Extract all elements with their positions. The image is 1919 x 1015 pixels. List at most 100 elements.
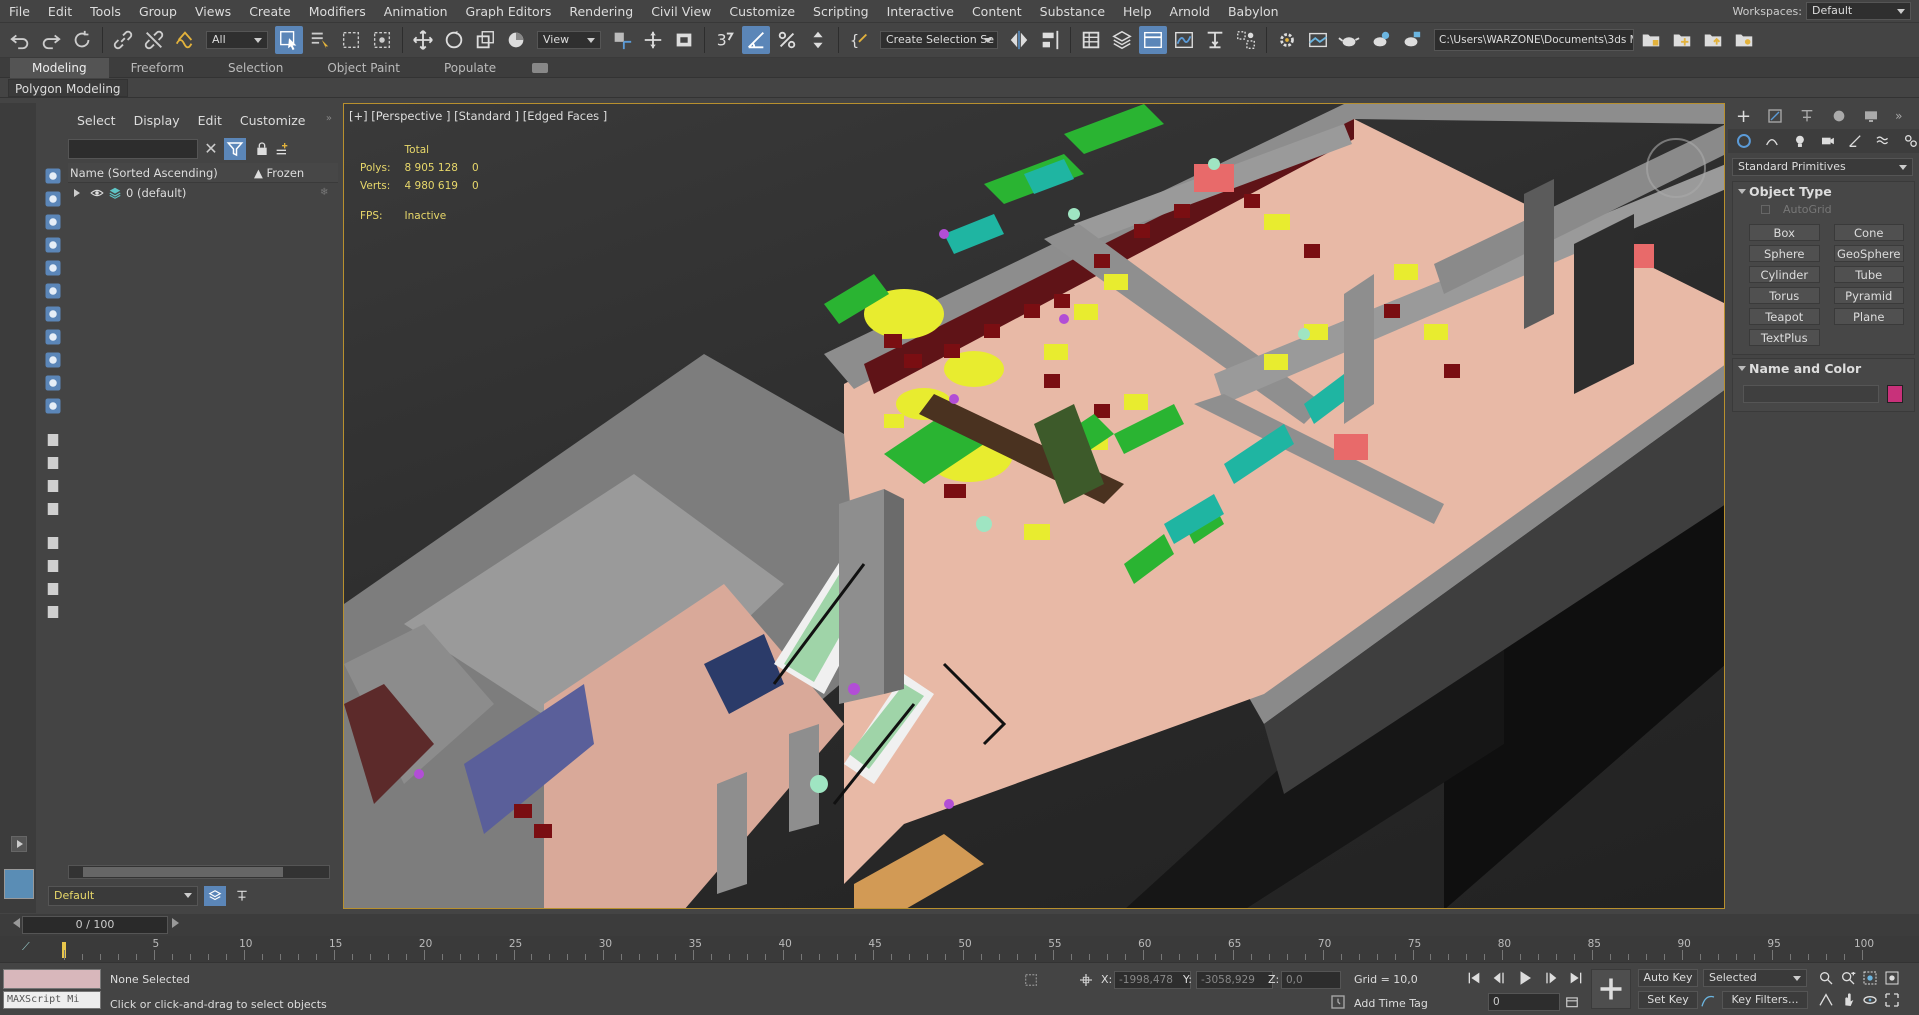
- create-teapot-button[interactable]: Teapot: [1749, 308, 1820, 325]
- helpers-icon[interactable]: [1847, 133, 1863, 149]
- pan-icon[interactable]: [1840, 992, 1856, 1008]
- absolute-mode-icon[interactable]: [1078, 972, 1094, 988]
- eye-icon[interactable]: [90, 186, 104, 200]
- zoom-extents-all-icon[interactable]: [1884, 970, 1900, 986]
- menu-item-civil-view[interactable]: Civil View: [642, 0, 720, 23]
- go-to-end-icon[interactable]: [1568, 970, 1584, 986]
- list-icon[interactable]: [42, 533, 64, 553]
- go-to-start-icon[interactable]: [1466, 970, 1482, 986]
- unlink-button[interactable]: [140, 26, 168, 54]
- create-sphere-button[interactable]: Sphere: [1749, 245, 1820, 262]
- named-selection-dropdown[interactable]: Create Selection Se: [880, 31, 998, 49]
- modify-tab-icon[interactable]: [1767, 108, 1783, 124]
- ribbon-tab-modeling[interactable]: Modeling: [10, 57, 109, 78]
- edit-named-selection-button[interactable]: {: [845, 26, 873, 54]
- autogrid-checkbox-box[interactable]: [1761, 205, 1770, 214]
- menu-item-interactive[interactable]: Interactive: [878, 0, 963, 23]
- explorer-menu-select[interactable]: Select: [68, 111, 125, 131]
- create-tube-button[interactable]: Tube: [1833, 266, 1904, 283]
- key-mode-dropdown[interactable]: Selected: [1703, 969, 1807, 987]
- helper-icon[interactable]: [42, 258, 64, 278]
- orbit-icon[interactable]: [1862, 992, 1878, 1008]
- select-icon[interactable]: [42, 166, 64, 186]
- layer-explorer-button[interactable]: [1108, 26, 1136, 54]
- key-filters-button[interactable]: Key Filters...: [1722, 991, 1808, 1009]
- object-color-swatch[interactable]: [1887, 385, 1903, 403]
- frame-icon[interactable]: [42, 602, 64, 622]
- auto-key-button[interactable]: Auto Key: [1638, 969, 1698, 987]
- angle-snap-button[interactable]: [742, 26, 770, 54]
- ribbon-subtab-polygon-modeling[interactable]: Polygon Modeling: [8, 78, 128, 97]
- column-name-header[interactable]: Name (Sorted Ascending): [70, 166, 218, 180]
- key-tangent-icon[interactable]: [1700, 993, 1716, 1009]
- filter-funnel-icon[interactable]: [42, 556, 64, 576]
- doc-icon[interactable]: [42, 476, 64, 496]
- layer-dropdown[interactable]: Default: [48, 886, 198, 906]
- reference-coordinate-dropdown[interactable]: View: [537, 31, 601, 49]
- create-geosphere-button[interactable]: GeoSphere: [1833, 245, 1904, 262]
- name-color-title[interactable]: Name and Color: [1733, 359, 1914, 379]
- menu-item-create[interactable]: Create: [240, 0, 300, 23]
- explorer-menu-edit[interactable]: Edit: [189, 111, 231, 131]
- snaps-toggle-button[interactable]: 3: [711, 26, 739, 54]
- time-config-button[interactable]: [1564, 993, 1580, 1011]
- zoom-icon[interactable]: [1818, 970, 1834, 986]
- ribbon-options-icon[interactable]: [532, 62, 549, 73]
- window-crossing-button[interactable]: [368, 26, 396, 54]
- menu-item-arnold[interactable]: Arnold: [1161, 0, 1219, 23]
- schematic-view-button[interactable]: [1201, 26, 1229, 54]
- shapes-icon[interactable]: [1764, 133, 1780, 149]
- create-tab-icon[interactable]: +: [1736, 106, 1751, 127]
- create-cylinder-button[interactable]: Cylinder: [1749, 266, 1820, 283]
- set-keys-button[interactable]: [1591, 969, 1631, 1009]
- viewport-layout-tab[interactable]: [4, 869, 34, 899]
- next-frame-arrow-icon[interactable]: [172, 918, 184, 928]
- project-new-button[interactable]: [1668, 26, 1696, 54]
- lights-icon[interactable]: [1792, 133, 1808, 149]
- particle-icon[interactable]: [42, 396, 64, 416]
- scene-search-input[interactable]: [68, 139, 198, 159]
- time-tag-icon[interactable]: [1330, 994, 1346, 1010]
- light-icon[interactable]: [42, 212, 64, 232]
- dummy-icon[interactable]: [42, 453, 64, 473]
- container-icon[interactable]: [42, 373, 64, 393]
- funnel-icon[interactable]: [42, 579, 64, 599]
- set-key-button[interactable]: Set Key: [1638, 991, 1698, 1009]
- layer-row-default[interactable]: 0 (default) ❄: [68, 183, 338, 203]
- menu-item-tools[interactable]: Tools: [81, 0, 130, 23]
- selection-filter-dropdown[interactable]: All: [206, 31, 268, 49]
- square-icon[interactable]: [42, 499, 64, 519]
- menu-item-babylon[interactable]: Babylon: [1219, 0, 1288, 23]
- y-coordinate-field[interactable]: -3058,929: [1196, 971, 1273, 989]
- keyboard-shortcut-button[interactable]: [670, 26, 698, 54]
- isolate-selection-icon[interactable]: [1023, 972, 1039, 988]
- frozen-icon[interactable]: [42, 430, 64, 450]
- hierarchy-tab-icon[interactable]: [1799, 108, 1815, 124]
- menu-item-substance[interactable]: Substance: [1031, 0, 1114, 23]
- ribbon-tab-selection[interactable]: Selection: [206, 58, 305, 78]
- select-object-button[interactable]: [275, 26, 303, 54]
- bone-icon[interactable]: [42, 304, 64, 324]
- create-torus-button[interactable]: Torus: [1749, 287, 1820, 304]
- zoom-all-icon[interactable]: [1840, 970, 1856, 986]
- add-layer-icon[interactable]: [274, 141, 290, 157]
- maxscript-listener[interactable]: [3, 969, 101, 989]
- display-icon[interactable]: [42, 189, 64, 209]
- link-button[interactable]: [109, 26, 137, 54]
- undo-button[interactable]: [6, 26, 34, 54]
- create-textplus-button[interactable]: TextPlus: [1749, 329, 1820, 346]
- pivot-center-button[interactable]: [608, 26, 636, 54]
- workspaces-dropdown[interactable]: Default: [1806, 2, 1911, 20]
- scene-explorer-toggle[interactable]: [232, 886, 252, 906]
- region-select-button[interactable]: [337, 26, 365, 54]
- spacewarp-icon[interactable]: [42, 281, 64, 301]
- camera-icon[interactable]: [42, 235, 64, 255]
- menu-item-edit[interactable]: Edit: [39, 0, 81, 23]
- expand-panel-button[interactable]: [11, 836, 27, 852]
- explorer-menu-customize[interactable]: Customize: [231, 111, 315, 131]
- spinner-snap-button[interactable]: [804, 26, 832, 54]
- prev-frame-arrow-icon[interactable]: [8, 918, 20, 928]
- project-open-button[interactable]: [1699, 26, 1727, 54]
- filter-button[interactable]: [224, 138, 246, 160]
- align-button[interactable]: [1036, 26, 1064, 54]
